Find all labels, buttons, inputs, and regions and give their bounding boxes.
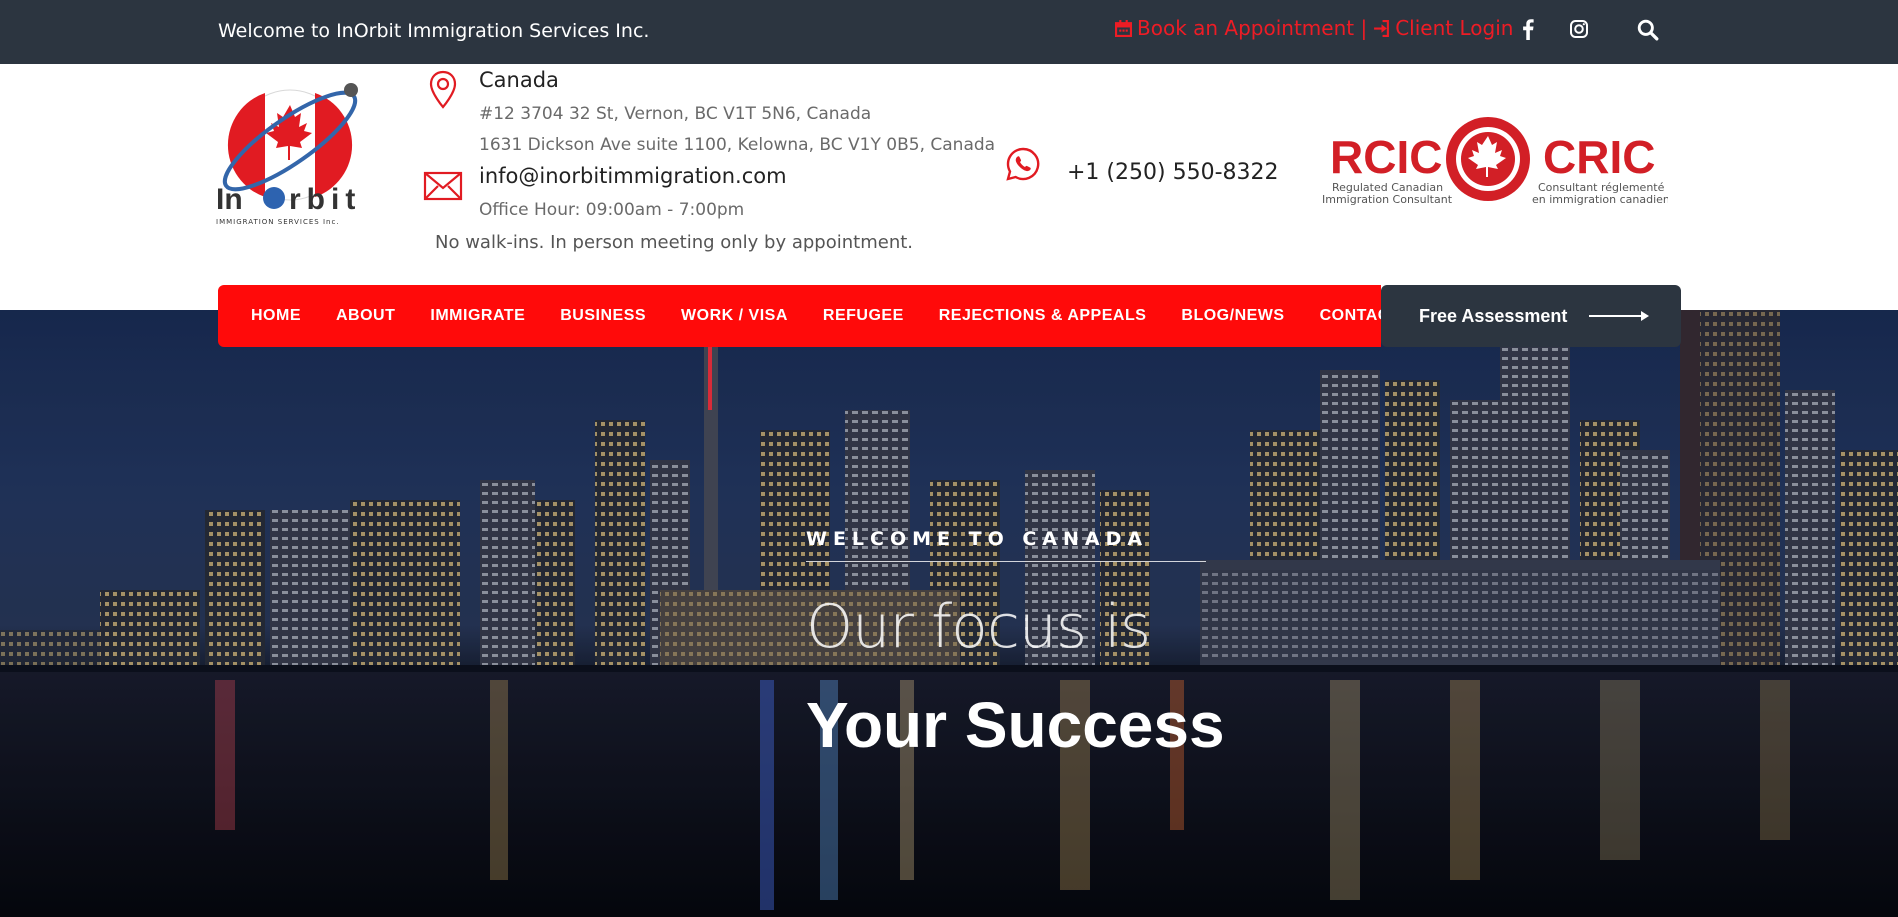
cric-text: CRIC — [1543, 131, 1655, 183]
client-login-link[interactable]: Client Login — [1373, 16, 1513, 40]
book-appointment-link[interactable]: Book an Appointment | — [1115, 16, 1367, 40]
site-header: In rbit IMMIGRATION SERVICES Inc. Canada… — [0, 64, 1898, 310]
top-bar: Welcome to InOrbit Immigration Services … — [0, 0, 1898, 64]
search-icon[interactable] — [1637, 18, 1659, 42]
hero-kicker-underline — [806, 561, 1206, 562]
hero-headline-line2: Your Success — [806, 689, 1225, 761]
whatsapp-icon — [1006, 147, 1040, 181]
arrow-right-icon — [1589, 311, 1650, 321]
envelope-icon — [423, 171, 463, 201]
address-kelowna: 1631 Dickson Ave suite 1100, Kelowna, BC… — [479, 135, 996, 155]
nav-business[interactable]: BUSINESS — [560, 307, 646, 325]
location-country: Canada — [479, 68, 559, 92]
rcic-cric-badge: RCIC CRIC Regulated Canadian Immigration… — [1322, 117, 1668, 206]
facebook-icon[interactable] — [1520, 18, 1536, 40]
calendar-icon — [1115, 19, 1132, 37]
rcic-text: RCIC — [1330, 131, 1442, 183]
nav-refugee[interactable]: REFUGEE — [823, 307, 904, 325]
phone-link[interactable]: +1 (250) 550-8322 — [1067, 160, 1279, 185]
hero-banner: WELCOME TO CANADA Our focus is Your Succ… — [0, 310, 1898, 917]
hero-headline-line1: Our focus is — [806, 592, 1151, 662]
walkin-notice: No walk-ins. In person meeting only by a… — [435, 232, 914, 253]
nav-home[interactable]: HOME — [251, 307, 301, 325]
sign-in-icon — [1374, 19, 1390, 37]
email-link[interactable]: info@inorbitimmigration.com — [479, 164, 787, 188]
free-assessment-button[interactable]: Free Assessment — [1381, 285, 1681, 347]
rcic-subtitle-2: Immigration Consultant — [1322, 193, 1453, 206]
logo-text-2: rbit — [289, 183, 361, 216]
book-appointment-label: Book an Appointment | — [1137, 16, 1368, 40]
office-hours: Office Hour: 09:00am - 7:00pm — [479, 200, 745, 220]
cric-subtitle-2: en immigration canadienne — [1532, 193, 1668, 206]
top-links: Book an Appointment | Client Login — [1115, 16, 1513, 40]
address-vernon: #12 3704 32 St, Vernon, BC V1T 5N6, Cana… — [479, 104, 872, 124]
map-marker-icon — [429, 70, 457, 109]
nav-about[interactable]: ABOUT — [336, 307, 395, 325]
nav-blog-news[interactable]: BLOG/NEWS — [1181, 307, 1284, 325]
nav-immigrate[interactable]: IMMIGRATE — [430, 307, 525, 325]
hero-kicker: WELCOME TO CANADA — [806, 528, 1149, 550]
client-login-label: Client Login — [1395, 16, 1514, 40]
free-assessment-label: Free Assessment — [1419, 305, 1568, 326]
logo-text-1: In — [216, 183, 243, 216]
nav-work-visa[interactable]: WORK / VISA — [681, 307, 788, 325]
nav-rejections-appeals[interactable]: REJECTIONS & APPEALS — [939, 307, 1147, 325]
logo-tagline: IMMIGRATION SERVICES Inc. — [216, 218, 340, 226]
instagram-icon[interactable] — [1569, 18, 1589, 40]
welcome-text: Welcome to InOrbit Immigration Services … — [218, 20, 650, 42]
inorbit-logo[interactable]: In rbit IMMIGRATION SERVICES Inc. — [214, 69, 374, 229]
main-navigation: HOME ABOUT IMMIGRATE BUSINESS WORK / VIS… — [218, 285, 1411, 347]
